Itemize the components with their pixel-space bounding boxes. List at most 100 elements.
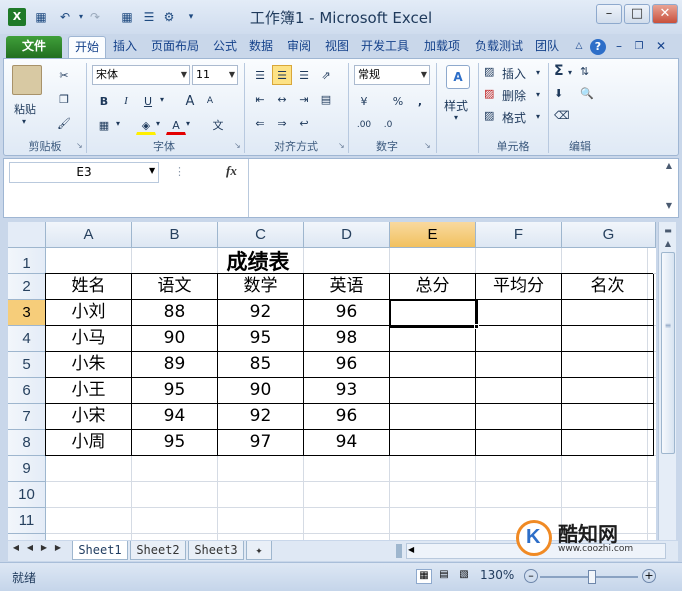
name-box[interactable]: E3 — [9, 162, 159, 183]
number-format-combo[interactable]: 常规 ▼ — [354, 65, 430, 85]
doc-close-icon[interactable]: ✕ — [654, 36, 668, 58]
tab-view[interactable]: 视图 — [320, 36, 354, 58]
row-header-11[interactable]: 11 — [8, 508, 46, 534]
scroll-up-icon[interactable]: ▲ — [660, 236, 676, 252]
styles-button[interactable]: 样式 — [444, 97, 468, 114]
row-header-1[interactable]: 1 — [8, 248, 46, 274]
table-cell[interactable]: 小朱 — [46, 352, 132, 378]
zoom-slider-thumb[interactable] — [588, 570, 596, 584]
table-cell[interactable] — [390, 404, 476, 430]
font-size-combo[interactable]: 11 ▼ — [192, 65, 238, 85]
zoom-in-icon[interactable]: + — [642, 569, 656, 583]
row-header-4[interactable]: 4 — [8, 326, 46, 352]
sort-filter-icon[interactable]: ⇅ — [580, 65, 589, 78]
tab-file[interactable]: 文件 — [6, 36, 62, 58]
table-cell[interactable] — [562, 326, 654, 352]
paste-icon[interactable] — [12, 65, 42, 95]
header-cell-average[interactable]: 平均分 — [476, 274, 562, 300]
clear-icon[interactable]: ⌫ — [554, 109, 570, 122]
fill-icon[interactable]: ⬇ — [554, 87, 563, 100]
vertical-scroll-thumb[interactable] — [661, 252, 675, 454]
table-cell[interactable]: 94 — [304, 430, 390, 456]
tab-review[interactable]: 审阅 — [282, 36, 316, 58]
table-cell[interactable]: 98 — [304, 326, 390, 352]
table-cell[interactable]: 96 — [304, 352, 390, 378]
insert-dropdown-icon[interactable]: ▾ — [536, 68, 540, 77]
tab-data[interactable]: 数据 — [244, 36, 278, 58]
cut-icon[interactable]: ✂ — [54, 65, 74, 85]
currency-format-icon[interactable]: ¥ — [354, 91, 374, 111]
borders-dropdown-icon[interactable]: ▾ — [116, 119, 120, 128]
styles-icon[interactable]: A — [446, 65, 470, 89]
paste-dropdown-icon[interactable]: ▾ — [22, 117, 26, 126]
minimize-button[interactable]: – — [596, 4, 622, 24]
doc-minimize-icon[interactable]: – — [612, 36, 626, 58]
borders-icon[interactable]: ▦ — [94, 115, 114, 135]
tab-addins[interactable]: 加载项 — [418, 36, 466, 58]
tab-formulas[interactable]: 公式 — [208, 36, 242, 58]
align-middle-icon[interactable]: ☰ — [272, 65, 292, 85]
number-launcher-icon[interactable]: ↘ — [424, 141, 433, 150]
percent-style-button[interactable]: % — [388, 91, 408, 111]
table-cell[interactable]: 96 — [304, 300, 390, 326]
find-select-icon[interactable]: 🔍 — [580, 87, 594, 100]
table-cell[interactable]: 93 — [304, 378, 390, 404]
close-button[interactable]: ✕ — [652, 4, 678, 24]
column-header-f[interactable]: F — [476, 222, 562, 248]
table-cell[interactable]: 95 — [132, 430, 218, 456]
formula-scroll-up-icon[interactable]: ▲ — [661, 161, 677, 175]
sheet-tab-3[interactable]: Sheet3 — [188, 541, 244, 560]
maximize-button[interactable]: □ — [624, 4, 650, 24]
row-header-3[interactable]: 3 — [8, 300, 46, 326]
next-sheet-icon[interactable]: ▶ — [38, 543, 50, 552]
doc-restore-icon[interactable]: ❐ — [632, 36, 646, 58]
table-cell[interactable] — [476, 404, 562, 430]
tab-developer[interactable]: 开发工具 — [356, 36, 414, 58]
delete-cells-button[interactable]: 删除 — [502, 87, 526, 104]
table-cell[interactable]: 小宋 — [46, 404, 132, 430]
page-break-view-icon[interactable]: ▧ — [456, 569, 472, 584]
increase-indent-icon[interactable]: ⇒ — [272, 113, 292, 133]
table-cell[interactable] — [390, 378, 476, 404]
column-header-b[interactable]: B — [132, 222, 218, 248]
row-header-6[interactable]: 6 — [8, 378, 46, 404]
row-header-10[interactable]: 10 — [8, 482, 46, 508]
paste-button[interactable]: 粘贴 — [14, 101, 36, 117]
insert-cells-icon[interactable]: ▨ — [484, 65, 494, 78]
tab-page-layout[interactable]: 页面布局 — [144, 36, 206, 58]
table-cell[interactable]: 95 — [218, 326, 304, 352]
copy-icon[interactable]: ❐ — [54, 89, 74, 109]
align-bottom-icon[interactable]: ☰ — [294, 65, 314, 85]
table-cell[interactable]: 小马 — [46, 326, 132, 352]
bold-button[interactable]: B — [94, 91, 114, 111]
wrap-text-icon[interactable]: ↩ — [294, 113, 314, 133]
table-title[interactable]: 成绩表 — [46, 248, 390, 274]
autosum-dropdown-icon[interactable]: ▾ — [568, 68, 572, 77]
zoom-out-icon[interactable]: – — [524, 569, 538, 583]
clipboard-launcher-icon[interactable]: ↘ — [76, 141, 85, 150]
table-cell[interactable] — [476, 300, 562, 326]
font-color-icon[interactable]: A — [166, 115, 186, 135]
table-cell[interactable] — [562, 300, 654, 326]
tab-home[interactable]: 开始 — [68, 36, 106, 58]
alignment-launcher-icon[interactable]: ↘ — [338, 141, 347, 150]
column-header-c[interactable]: C — [218, 222, 304, 248]
collapse-ribbon-icon[interactable]: △ — [572, 36, 586, 58]
scroll-left-icon[interactable]: ◀ — [408, 545, 414, 554]
comma-style-button[interactable]: , — [410, 91, 430, 111]
decrease-decimal-icon[interactable]: .0 — [378, 115, 398, 135]
phonetic-guide-icon[interactable]: 文 — [208, 115, 228, 135]
styles-dropdown-icon[interactable]: ▾ — [454, 113, 458, 122]
delete-dropdown-icon[interactable]: ▾ — [536, 90, 540, 99]
formula-scroll-down-icon[interactable]: ▼ — [661, 201, 677, 215]
tab-insert[interactable]: 插入 — [108, 36, 142, 58]
fill-handle[interactable] — [474, 324, 479, 329]
header-cell-math[interactable]: 数学 — [218, 274, 304, 300]
fill-color-icon[interactable]: ◈ — [136, 115, 156, 135]
page-layout-view-icon[interactable]: ▤ — [436, 569, 452, 584]
insert-function-button[interactable]: fx — [226, 163, 237, 179]
table-cell[interactable]: 92 — [218, 404, 304, 430]
help-icon[interactable]: ? — [590, 39, 606, 55]
table-cell[interactable]: 90 — [132, 326, 218, 352]
fill-color-dropdown-icon[interactable]: ▾ — [156, 119, 160, 128]
